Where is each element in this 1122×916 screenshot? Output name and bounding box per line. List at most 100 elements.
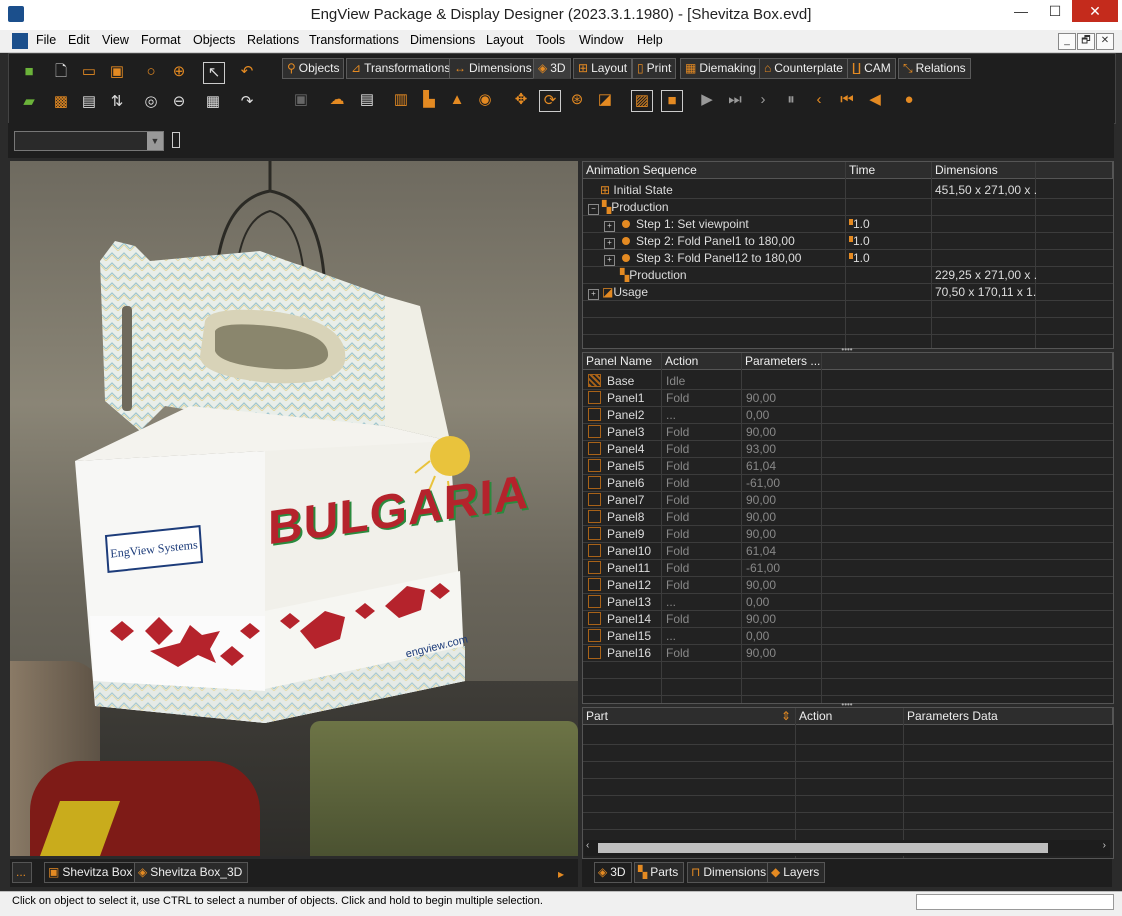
undo-icon[interactable]: ↶ <box>237 62 257 82</box>
menu-layout[interactable]: Layout <box>486 33 524 47</box>
panel-row[interactable]: Panel10 Fold 61,04 <box>583 543 1113 560</box>
horizontal-scrollbar[interactable]: ‹ › <box>584 840 1110 856</box>
redo-icon[interactable]: ↷ <box>237 92 257 112</box>
grid-icon[interactable]: ▦ <box>203 92 223 112</box>
solid-cube-icon[interactable]: ■ <box>661 90 683 112</box>
cube-icon[interactable]: ◪ <box>595 90 615 110</box>
tab-shevitza-box[interactable]: ▣ Shevitza Box <box>44 862 139 883</box>
cylinder-icon[interactable]: ◉ <box>475 90 495 110</box>
minimize-button[interactable]: — <box>1006 0 1036 22</box>
preview-icon[interactable]: ▤ <box>79 92 99 112</box>
menu-view[interactable]: View <box>102 33 129 47</box>
orbit-icon[interactable]: ⊛ <box>567 90 587 110</box>
menu-tools[interactable]: Tools <box>536 33 565 47</box>
play-backward-icon[interactable]: ◀ <box>865 90 885 110</box>
tab-diemaking[interactable]: ▦ Diemaking <box>680 58 762 79</box>
tab-counterplate[interactable]: ⌂ Counterplate <box>759 58 848 79</box>
panel-parameter[interactable]: -61,00 <box>743 475 821 492</box>
tab-3d[interactable]: ◈ 3D <box>533 58 571 79</box>
panel-parameter[interactable]: 90,00 <box>743 526 821 543</box>
panel-row[interactable]: Panel14 Fold 90,00 <box>583 611 1113 628</box>
panel-action[interactable]: Fold <box>663 560 741 577</box>
header-action[interactable]: Action <box>662 353 742 370</box>
anim-row-step3[interactable]: + Step 3: Fold Panel12 to 180,00 1.0 <box>583 250 1113 267</box>
panel-row[interactable]: Panel2... 0,00 <box>583 407 1113 424</box>
panel-row[interactable]: Panel3 Fold 90,00 <box>583 424 1113 441</box>
expand-icon[interactable]: + <box>604 255 615 266</box>
panel-parameter[interactable]: 90,00 <box>743 424 821 441</box>
copy-3d-icon[interactable]: ▣ <box>291 90 311 110</box>
rotate-icon[interactable]: ⟳ <box>539 90 561 112</box>
tab-dimensions-panel[interactable]: ⊓ Dimensions <box>687 862 773 883</box>
panel-row[interactable]: Panel8 Fold 90,00 <box>583 509 1113 526</box>
panel-action[interactable]: Fold <box>663 441 741 458</box>
play-icon[interactable]: ▶ <box>697 90 717 110</box>
scroll-right-icon[interactable]: › <box>1103 840 1106 851</box>
menu-dimensions[interactable]: Dimensions <box>410 33 475 47</box>
panel-parameter[interactable]: 0,00 <box>743 407 821 424</box>
list-icon[interactable]: ▤ <box>357 90 377 110</box>
tab-layers[interactable]: ◆ Layers <box>767 862 826 883</box>
panel-action[interactable]: ... <box>663 407 741 424</box>
anim-row-usage[interactable]: + ◪Usage 70,50 x 170,11 x 1... <box>583 284 1113 301</box>
menu-relations[interactable]: Relations <box>247 33 299 47</box>
select-arrow-icon[interactable]: ↖ <box>203 62 225 84</box>
header-animation-sequence[interactable]: Animation Sequence <box>583 162 846 179</box>
panel-action[interactable]: ... <box>663 628 741 645</box>
scrollbar-thumb[interactable] <box>598 843 1048 853</box>
sort-icon[interactable]: ⇕ <box>781 708 791 725</box>
panel-row[interactable]: Panel7 Fold 90,00 <box>583 492 1113 509</box>
tab-cam[interactable]: ∐ CAM <box>847 58 896 79</box>
panel-row[interactable]: Panel16 Fold 90,00 <box>583 645 1113 662</box>
tab-shevitza-box-3d[interactable]: ◈ Shevitza Box_3D <box>134 862 249 883</box>
panel-action[interactable]: Fold <box>663 611 741 628</box>
panel-split-icon[interactable]: ▙ <box>419 90 439 110</box>
panel-row[interactable]: Panel4 Fold 93,00 <box>583 441 1113 458</box>
panel-row[interactable]: Panel13... 0,00 <box>583 594 1113 611</box>
anim-row-initial-state[interactable]: ⊞ Initial State 451,50 x 271,00 x ... <box>583 182 1113 199</box>
panel-parameter[interactable]: 61,04 <box>743 543 821 560</box>
panel-action[interactable]: Fold <box>663 645 741 662</box>
panel-parameter[interactable]: 0,00 <box>743 628 821 645</box>
document-icon[interactable] <box>12 33 28 49</box>
header-parameters[interactable]: Parameters ... <box>742 353 822 370</box>
panel-action[interactable]: Fold <box>663 577 741 594</box>
anim-row-production-result[interactable]: ▚Production 229,25 x 271,00 x ... <box>583 267 1113 284</box>
panel-parameter[interactable]: 0,00 <box>743 594 821 611</box>
render-sphere-icon[interactable]: ● <box>899 90 919 110</box>
panel-action[interactable]: Fold <box>663 526 741 543</box>
anim-row-step2[interactable]: + Step 2: Fold Panel1 to 180,00 1.0 <box>583 233 1113 250</box>
swap-icon[interactable]: ⇅ <box>107 92 127 112</box>
collapse-icon[interactable]: − <box>588 204 599 215</box>
panel-parameter[interactable]: 90,00 <box>743 509 821 526</box>
pause-icon[interactable]: ⏸ <box>781 90 801 110</box>
panel-row[interactable]: Panel9 Fold 90,00 <box>583 526 1113 543</box>
expand-icon[interactable]: + <box>588 289 599 300</box>
header-time[interactable]: Time <box>846 162 932 179</box>
panel-parameter[interactable]: 90,00 <box>743 611 821 628</box>
view-combo[interactable]: ▼ <box>14 131 164 151</box>
panel-fold-icon[interactable]: ▥ <box>391 90 411 110</box>
close-button[interactable]: ✕ <box>1072 0 1118 22</box>
panel-row[interactable]: Panel15... 0,00 <box>583 628 1113 645</box>
panel-parameter[interactable]: 90,00 <box>743 390 821 407</box>
panel-row[interactable]: Panel6 Fold -61,00 <box>583 475 1113 492</box>
header-part-action[interactable]: Action <box>796 708 904 725</box>
panel-row[interactable]: Panel12 Fold 90,00 <box>583 577 1113 594</box>
zoom-out-icon[interactable]: ⊖ <box>169 92 189 112</box>
panel-action[interactable]: Fold <box>663 390 741 407</box>
menu-format[interactable]: Format <box>141 33 181 47</box>
mdi-close-button[interactable]: ✕ <box>1096 33 1114 50</box>
panel-parameter[interactable] <box>743 373 821 390</box>
panel-parameter[interactable]: -61,00 <box>743 560 821 577</box>
tab-transformations[interactable]: ⊿ Transformations <box>346 58 456 79</box>
tab-print[interactable]: ▯ Print <box>632 58 677 79</box>
box-icon[interactable]: ▩ <box>51 92 71 112</box>
anim-row-step1[interactable]: + Step 1: Set viewpoint 1.0 <box>583 216 1113 233</box>
panel-parameter[interactable]: 61,04 <box>743 458 821 475</box>
panel-row[interactable]: Panel1 Fold 90,00 <box>583 390 1113 407</box>
panel-action[interactable]: Fold <box>663 424 741 441</box>
menu-transformations[interactable]: Transformations <box>309 33 399 47</box>
tab-layout[interactable]: ⊞ Layout <box>573 58 633 79</box>
header-dimensions[interactable]: Dimensions <box>932 162 1036 179</box>
